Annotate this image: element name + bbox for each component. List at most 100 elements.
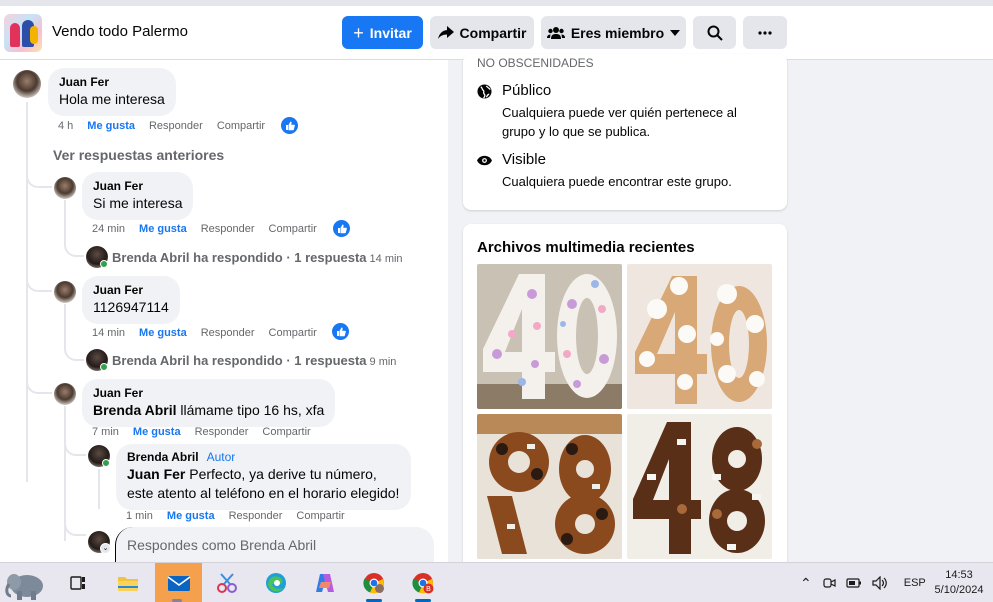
comment-author[interactable]: Juan Fer (93, 178, 182, 194)
like-reaction-icon[interactable] (333, 220, 350, 237)
share-link[interactable]: Compartir (296, 510, 344, 522)
task-view-icon[interactable] (56, 563, 100, 602)
comment-bubble: Juan Fer 1126947114 (82, 276, 180, 324)
snipping-tool-icon[interactable] (205, 563, 249, 602)
language-indicator[interactable]: ESP (904, 577, 926, 589)
comment-bubble: Brenda Abril Autor Juan Fer Perfecto, ya … (116, 444, 411, 510)
comment-bubble: Juan Fer Hola me interesa (48, 68, 176, 116)
recent-media-title[interactable]: Archivos multimedia recientes (477, 239, 695, 256)
svg-text:B: B (426, 586, 431, 593)
taskbar-clock[interactable]: 14:53 5/10/2024 (928, 568, 990, 598)
avatar[interactable] (54, 281, 76, 303)
copilot-icon[interactable] (303, 563, 347, 602)
privacy-public-title: Público (502, 82, 552, 99)
comment-time[interactable]: 14 min (92, 327, 125, 339)
volume-icon[interactable] (872, 576, 888, 590)
comment-actions: 7 min Me gusta Responder Compartir (92, 426, 311, 438)
search-icon (707, 25, 723, 41)
chrome-profile-b-icon[interactable]: B (401, 563, 445, 602)
comment-text: Juan Fer Perfecto, ya derive tu número, … (127, 466, 400, 501)
reply-link[interactable]: Responder (201, 327, 255, 339)
recent-media-card: Archivos multimedia recientes (463, 224, 787, 569)
share-link[interactable]: Compartir (269, 223, 317, 235)
comment-actions: 14 min Me gusta Responder Compartir (92, 327, 317, 339)
search-button[interactable] (693, 16, 736, 49)
mention-link[interactable]: Juan Fer (127, 466, 185, 482)
comment-time[interactable]: 1 min (126, 510, 153, 522)
chevron-up-icon[interactable]: ⌃ (800, 575, 812, 592)
invite-button[interactable]: + Invitar (342, 16, 423, 49)
group-header: Vendo todo Palermo + Invitar Compartir E… (0, 0, 993, 60)
thread-line (64, 200, 66, 245)
visibility-row: Visible Cualquiera puede encontrar este … (477, 151, 752, 191)
thread-connector (64, 243, 84, 257)
comment-actions: 24 min Me gusta Responder Compartir (92, 223, 317, 235)
reply-input[interactable]: Respondes como Brenda Abril (115, 527, 434, 563)
member-button[interactable]: Eres miembro (541, 16, 686, 49)
widgets-icon[interactable] (2, 563, 54, 602)
privacy-public-row: Público Cualquiera puede ver quién perte… (477, 82, 752, 141)
thread-line (98, 469, 100, 509)
thread-connector (26, 172, 52, 188)
like-link[interactable]: Me gusta (87, 120, 135, 132)
about-card: NO OBSCENIDADES Público Cualquiera puede… (463, 54, 787, 210)
share-button[interactable]: Compartir (430, 16, 534, 49)
avatar-dropdown-icon[interactable]: ⌄ (100, 543, 111, 554)
see-previous-replies-link[interactable]: Ver respuestas anteriores (53, 147, 224, 163)
meet-now-icon[interactable] (822, 576, 836, 590)
comment-author[interactable]: Juan Fer (59, 74, 165, 90)
file-explorer-icon[interactable] (106, 563, 150, 602)
battery-icon[interactable] (846, 577, 862, 589)
thread-line (64, 406, 66, 541)
comment-author[interactable]: Juan Fer (93, 385, 324, 401)
comment-time[interactable]: 4 h (58, 120, 73, 132)
like-reaction-icon[interactable] (332, 323, 349, 340)
system-tray: ⌃ ESP (800, 563, 926, 602)
like-link[interactable]: Me gusta (139, 223, 187, 235)
visibility-title: Visible (502, 151, 546, 168)
media-thumbnail[interactable] (477, 414, 622, 559)
reply-link[interactable]: Responder (201, 223, 255, 235)
more-options-button[interactable] (743, 16, 787, 49)
view-replies-link[interactable]: Brenda Abril ha respondido · 1 respuesta… (112, 250, 403, 265)
share-link[interactable]: Compartir (269, 327, 317, 339)
comment-text: Si me interesa (93, 195, 183, 211)
edge-browser-icon[interactable] (254, 563, 298, 602)
mention-link[interactable]: Brenda Abril (93, 402, 177, 418)
avatar[interactable] (13, 70, 41, 98)
reply-link[interactable]: Responder (149, 120, 203, 132)
comments-panel: Juan Fer Hola me interesa 4 h Me gusta R… (0, 60, 448, 563)
chrome-browser-icon[interactable] (352, 563, 396, 602)
share-link[interactable]: Compartir (262, 426, 310, 438)
avatar[interactable] (54, 383, 76, 405)
media-thumbnail[interactable] (477, 264, 622, 409)
media-thumbnail[interactable] (627, 414, 772, 559)
comment-bubble: Juan Fer Si me interesa (82, 172, 194, 220)
comment-author[interactable]: Juan Fer (93, 282, 169, 298)
mail-app-icon[interactable] (155, 563, 202, 602)
reply-link[interactable]: Responder (195, 426, 249, 438)
reply-link[interactable]: Responder (229, 510, 283, 522)
avatar[interactable] (54, 177, 76, 199)
view-replies-link[interactable]: Brenda Abril ha respondido · 1 respuesta… (112, 353, 396, 368)
comment-time[interactable]: 24 min (92, 223, 125, 235)
thread-line (26, 102, 28, 482)
author-badge: Autor (206, 450, 236, 464)
about-rules-text: NO OBSCENIDADES (477, 56, 594, 70)
globe-icon (477, 84, 492, 99)
group-avatar[interactable] (4, 14, 42, 52)
comment-actions: 1 min Me gusta Responder Compartir (126, 510, 345, 522)
group-name[interactable]: Vendo todo Palermo (52, 23, 188, 40)
plus-icon: + (353, 22, 364, 43)
privacy-public-desc: Cualquiera puede ver quién pertenece al … (502, 105, 737, 139)
comment-time[interactable]: 7 min (92, 426, 119, 438)
media-thumbnail[interactable] (627, 264, 772, 409)
like-link[interactable]: Me gusta (139, 327, 187, 339)
like-link[interactable]: Me gusta (133, 426, 181, 438)
like-reaction-icon[interactable] (281, 117, 298, 134)
comment-text: 1126947114 (93, 299, 169, 315)
like-link[interactable]: Me gusta (167, 510, 215, 522)
windows-taskbar: B ⌃ ESP 14:53 5/10/2024 (0, 562, 993, 602)
share-link[interactable]: Compartir (217, 120, 265, 132)
comment-author[interactable]: Brenda Abril Autor (127, 449, 400, 465)
